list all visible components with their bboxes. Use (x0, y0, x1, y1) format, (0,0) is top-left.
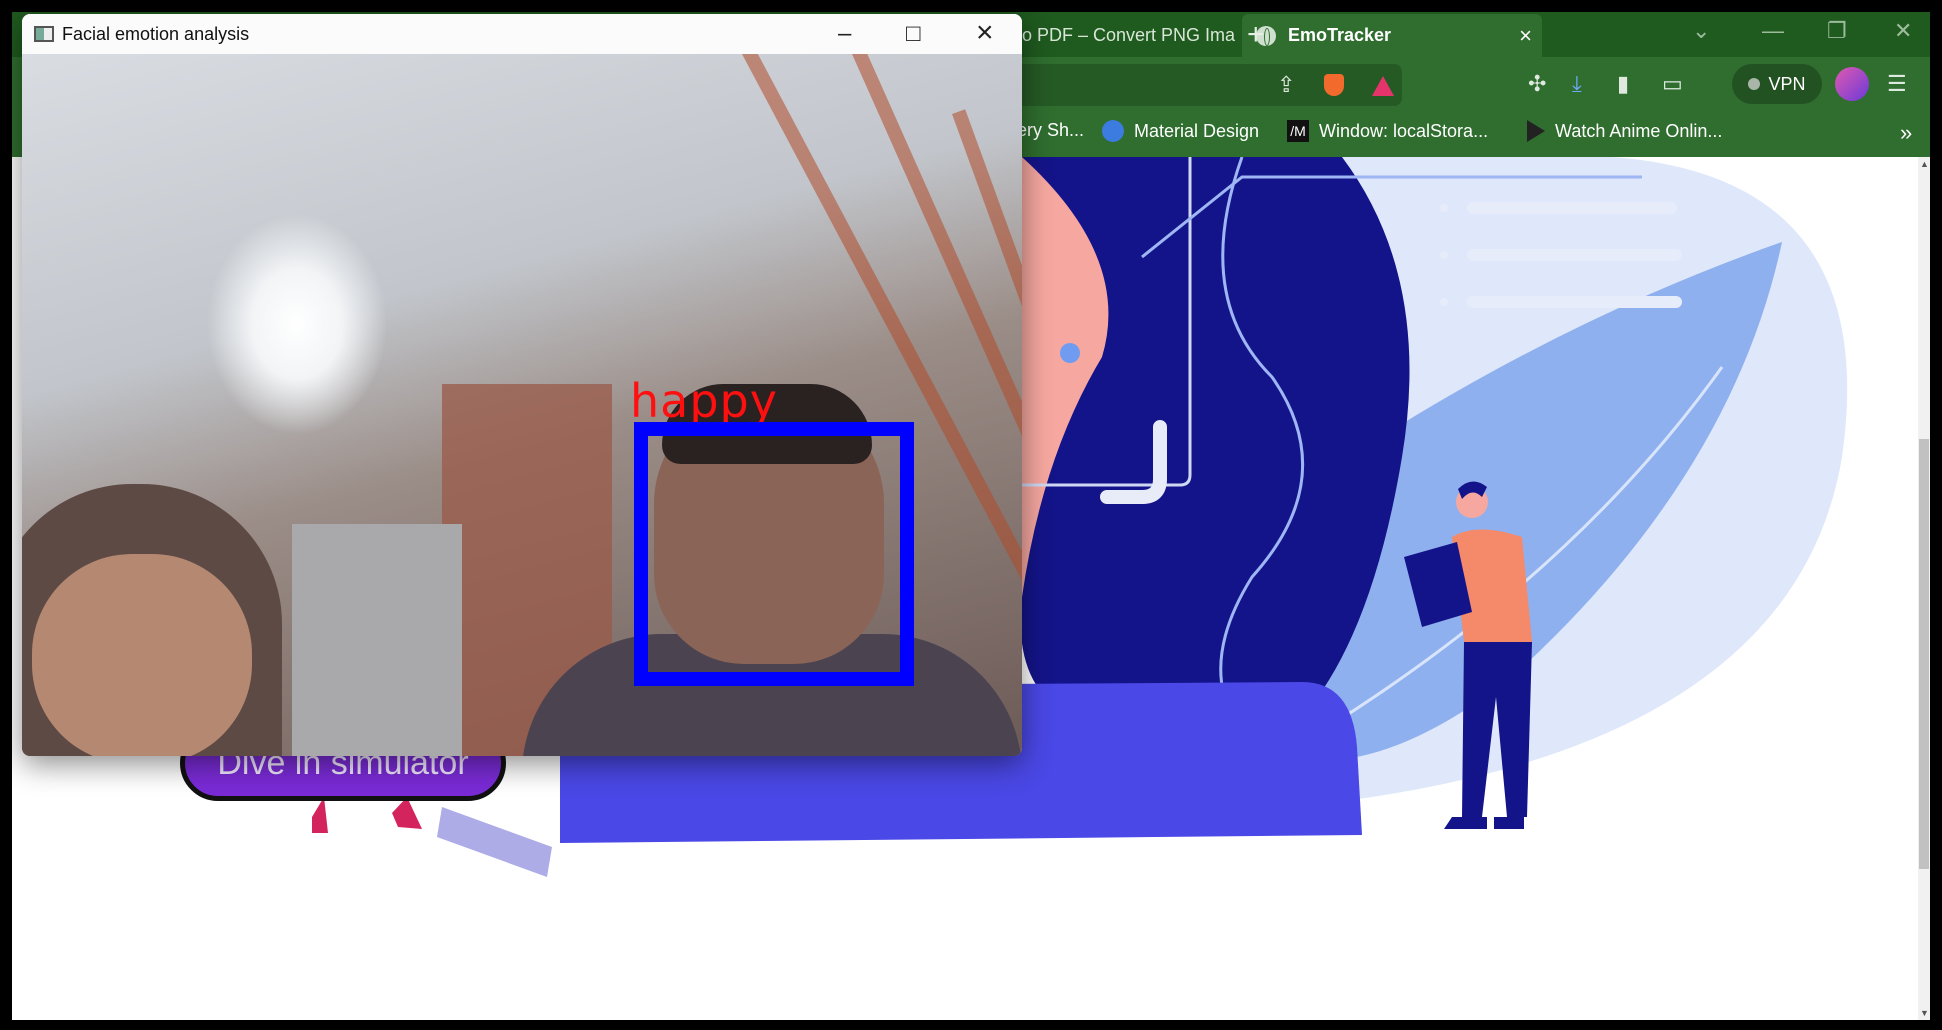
illustration-person-shoes (1444, 817, 1524, 829)
app-icon (34, 26, 54, 42)
background-person-face (32, 554, 252, 756)
scroll-up-icon[interactable]: ▲ (1920, 159, 1929, 169)
vpn-status-icon (1748, 78, 1761, 90)
play-icon (1527, 120, 1545, 142)
brave-shield-icon[interactable] (1324, 74, 1344, 96)
material-design-icon (1102, 120, 1124, 142)
bookmark-label: ery Sh... (1017, 120, 1085, 140)
browser-minimize-icon[interactable]: — (1762, 18, 1784, 44)
scrollbar-thumb[interactable] (1919, 439, 1929, 869)
new-tab-button[interactable]: + (1247, 18, 1265, 52)
bookmark-label: Watch Anime Onlin... (1555, 120, 1723, 141)
illustration-bullet (1440, 251, 1448, 259)
bookmark-localstorage[interactable]: /M Window: localStora... (1287, 120, 1488, 142)
share-icon[interactable]: ⇪ (1277, 72, 1295, 98)
bookmark-anime[interactable]: Watch Anime Onlin... (1527, 120, 1722, 142)
illustration-text-line (1467, 296, 1682, 308)
brave-rewards-icon[interactable] (1372, 76, 1394, 96)
illustration-shadow (437, 807, 552, 877)
metal-cabinet (292, 524, 462, 756)
scroll-down-icon[interactable]: ▼ (1920, 1008, 1929, 1018)
bookmark-label: Window: localStora... (1319, 120, 1489, 141)
vpn-button[interactable]: VPN (1732, 64, 1822, 104)
vpn-label: VPN (1768, 73, 1806, 94)
tab-png-to-pdf[interactable]: o PDF – Convert PNG Ima (1012, 14, 1242, 57)
sidebar-icon[interactable]: ▮ (1617, 71, 1629, 97)
webcam-feed: happy (22, 54, 1022, 756)
wallet-icon[interactable]: ▭ (1662, 71, 1683, 97)
browser-restore-icon[interactable]: ❐ (1827, 18, 1847, 44)
facial-emotion-analysis-window[interactable]: Facial emotion analysis – □ × happy (22, 14, 1022, 756)
menu-icon[interactable]: ☰ (1887, 71, 1907, 97)
maximize-button[interactable]: □ (906, 20, 921, 48)
bookmark-material-design[interactable]: Material Design (1102, 120, 1259, 142)
tab-search-chevron-icon[interactable]: ⌄ (1692, 18, 1710, 44)
profile-avatar[interactable] (1835, 67, 1869, 101)
mdn-icon: /M (1287, 120, 1309, 142)
tab-emotracker[interactable]: EmoTracker × (1242, 14, 1542, 57)
window-titlebar[interactable]: Facial emotion analysis – □ × (22, 14, 1022, 54)
close-tab-icon[interactable]: × (1519, 23, 1532, 49)
tab-label: o PDF – Convert PNG Ima (1022, 25, 1236, 45)
illustration-red-shoes (312, 797, 422, 833)
browser-close-icon[interactable]: ✕ (1894, 18, 1912, 44)
minimize-button[interactable]: – (838, 20, 851, 48)
illustration-bullet (1440, 298, 1448, 306)
close-button[interactable]: × (976, 16, 994, 50)
page-scrollbar[interactable]: ▲ ▼ (1918, 157, 1930, 1020)
window-title: Facial emotion analysis (62, 23, 250, 44)
download-icon[interactable]: ⤓ (1572, 71, 1582, 97)
bookmark-item[interactable]: ery Sh... (1017, 120, 1084, 141)
extensions-icon[interactable]: ✣ (1528, 71, 1546, 97)
illustration-node-dot (1060, 343, 1080, 363)
illustration-text-line (1467, 202, 1677, 214)
emotion-label: happy (630, 374, 778, 428)
bookmarks-overflow-icon[interactable]: » (1900, 120, 1912, 146)
bookmark-label: Material Design (1134, 120, 1260, 141)
tab-label: EmoTracker (1288, 25, 1392, 45)
face-detection-box (634, 422, 914, 686)
illustration-text-line (1467, 249, 1682, 261)
illustration-bullet (1440, 204, 1448, 212)
